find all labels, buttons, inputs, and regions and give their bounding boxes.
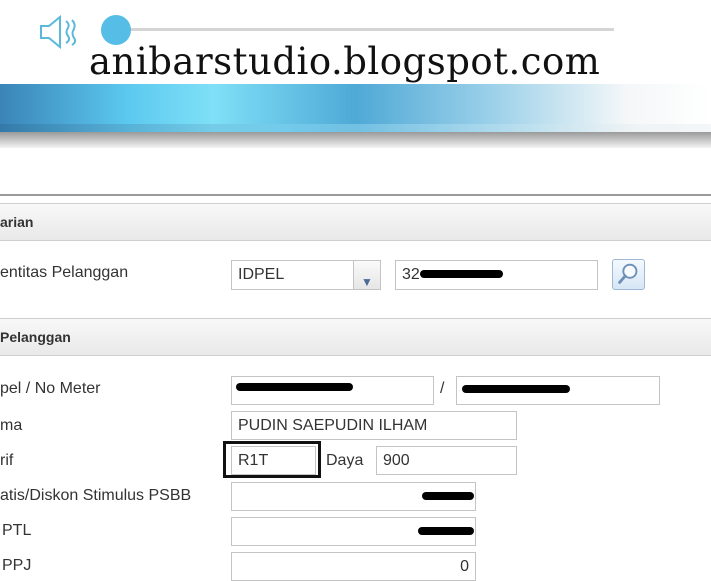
ppj-value: 0 bbox=[460, 558, 469, 575]
header-banner bbox=[0, 84, 711, 132]
panel-border bbox=[0, 194, 711, 196]
watermark-text: anibarstudio.blogspot.com bbox=[89, 40, 601, 83]
redaction-mark bbox=[418, 527, 474, 535]
name-field[interactable]: PUDIN SAEPUDIN ILHAM bbox=[231, 411, 517, 440]
highlight-box bbox=[223, 441, 321, 478]
id-type-select[interactable]: IDPEL ▼ bbox=[231, 260, 381, 290]
separator-slash: / bbox=[440, 380, 445, 397]
redaction-mark bbox=[236, 383, 353, 391]
id-search-prefix: 32 bbox=[402, 266, 420, 283]
customer-section-header: Pelanggan bbox=[0, 318, 711, 356]
ptl-label: PTL bbox=[2, 522, 32, 539]
idpel-label: pel / No Meter bbox=[0, 380, 101, 397]
redaction-mark bbox=[420, 270, 503, 278]
ppj-field[interactable]: 0 bbox=[231, 552, 476, 581]
chevron-down-icon[interactable]: ▼ bbox=[353, 261, 380, 289]
daya-field[interactable]: 900 bbox=[376, 446, 517, 475]
ppj-label: PPJ bbox=[2, 557, 32, 574]
daya-label: Daya bbox=[326, 452, 364, 469]
name-value: PUDIN SAEPUDIN ILHAM bbox=[238, 417, 428, 434]
name-label: ma bbox=[0, 417, 23, 434]
header-shadow bbox=[0, 132, 711, 148]
id-type-value: IDPEL bbox=[238, 266, 285, 283]
redaction-mark bbox=[462, 385, 570, 393]
redaction-mark bbox=[422, 492, 474, 500]
identitas-label: entitas Pelanggan bbox=[0, 264, 129, 281]
search-section-header: arian bbox=[0, 203, 711, 241]
speaker-muted-icon[interactable] bbox=[38, 12, 80, 52]
daya-value: 900 bbox=[383, 452, 410, 469]
magnifier-icon bbox=[618, 263, 638, 284]
progress-track[interactable] bbox=[116, 28, 614, 31]
diskon-label: atis/Diskon Stimulus PSBB bbox=[0, 487, 192, 504]
tarif-label: rif bbox=[0, 452, 14, 469]
search-button[interactable] bbox=[612, 259, 645, 290]
